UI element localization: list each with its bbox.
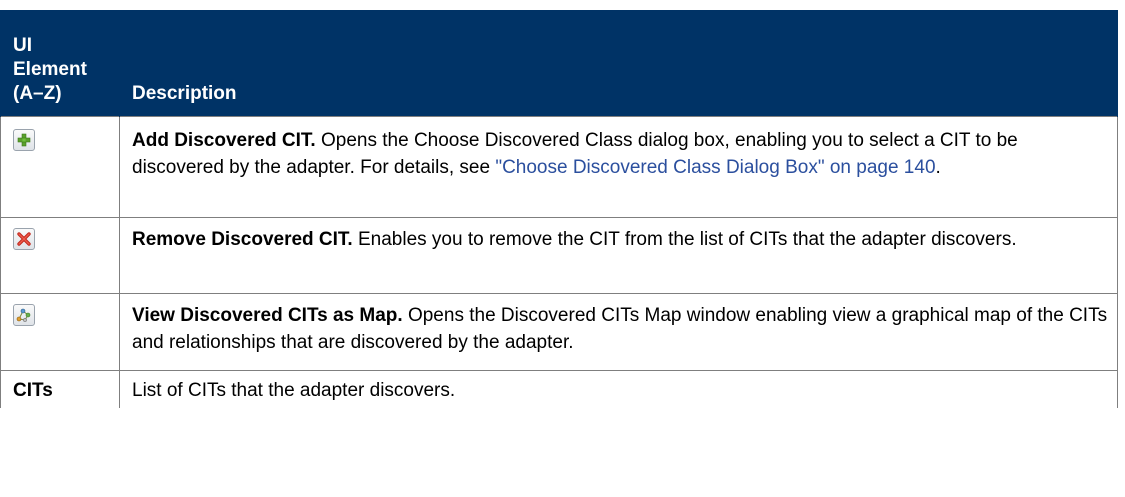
header-ui-element-line1: UI (13, 34, 32, 56)
table-row: Remove Discovered CIT. Enables you to re… (0, 216, 1118, 294)
table-row: View Discovered CITs as Map. Opens the D… (0, 292, 1118, 371)
choose-discovered-class-link[interactable]: "Choose Discovered Class Dialog Box" on … (495, 157, 935, 178)
header-description: Description (119, 10, 1118, 116)
ui-element-cell (0, 115, 120, 218)
table-row: Add Discovered CIT. Opens the Choose Dis… (0, 115, 1118, 218)
row-tail: . (935, 156, 941, 178)
ui-element-cell: CITs (0, 369, 120, 408)
description-cell: Remove Discovered CIT. Enables you to re… (119, 216, 1118, 294)
description-cell: Add Discovered CIT. Opens the Choose Dis… (119, 115, 1118, 218)
row-lead: Remove Discovered CIT. (132, 228, 353, 250)
row-lead: Add Discovered CIT. (132, 129, 316, 151)
row-text: List of CITs that the adapter discovers. (132, 379, 456, 401)
row-text: Enables you to remove the CIT from the l… (352, 228, 1017, 250)
description-cell: View Discovered CITs as Map. Opens the D… (119, 292, 1118, 371)
map-icon[interactable] (13, 303, 35, 326)
header-ui-element-line3: (A–Z) (13, 82, 62, 104)
add-icon[interactable] (13, 128, 35, 151)
table-row: CITs List of CITs that the adapter disco… (0, 369, 1118, 408)
ui-element-cell (0, 216, 120, 294)
ui-element-cell (0, 292, 120, 371)
table-header-row: UI Element (A–Z) Description (0, 10, 1118, 116)
remove-icon[interactable] (13, 227, 35, 250)
ui-elements-table: UI Element (A–Z) Description Add Discove… (0, 10, 1118, 408)
header-ui-element: UI Element (A–Z) (0, 10, 120, 116)
header-ui-element-line2: Element (13, 58, 87, 80)
row-lead: View Discovered CITs as Map. (132, 304, 403, 326)
cits-label: CITs (13, 379, 53, 401)
description-cell: List of CITs that the adapter discovers. (119, 369, 1118, 408)
